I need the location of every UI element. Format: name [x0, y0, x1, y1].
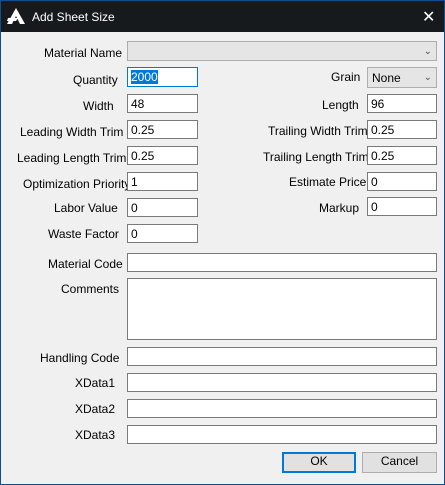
- quantity-value[interactable]: 2000: [131, 70, 158, 84]
- markup-label: Markup: [319, 201, 360, 215]
- leading-width-trim-label: Leading Width Trim: [20, 125, 124, 139]
- handling-code-label: Handling Code: [40, 351, 120, 365]
- labor-value-input[interactable]: [127, 198, 198, 217]
- quantity-input[interactable]: 2000: [127, 67, 198, 87]
- length-label: Length: [322, 98, 359, 112]
- width-input[interactable]: [127, 94, 198, 113]
- width-label: Width: [83, 99, 114, 113]
- xdata2-input[interactable]: [127, 399, 437, 418]
- material-name-combobox[interactable]: ⌄: [127, 41, 437, 61]
- xdata2-label: XData2: [75, 402, 116, 416]
- leading-length-trim-label: Leading Length Trim: [17, 151, 127, 165]
- xdata1-input[interactable]: [127, 373, 437, 392]
- comments-label: Comments: [61, 282, 120, 296]
- app-logo-icon: [7, 8, 25, 24]
- material-name-label: Material Name: [44, 46, 123, 60]
- leading-width-trim-input[interactable]: [127, 120, 198, 139]
- xdata3-label: XData3: [75, 428, 116, 442]
- comments-textarea[interactable]: [127, 278, 437, 340]
- leading-length-trim-input[interactable]: [127, 146, 198, 165]
- estimate-price-input[interactable]: [367, 172, 437, 191]
- trailing-length-trim-label: Trailing Length Trim: [263, 150, 369, 164]
- material-code-label: Material Code: [48, 257, 123, 271]
- trailing-width-trim-input[interactable]: [367, 120, 437, 139]
- close-button[interactable]: ✕: [410, 1, 444, 32]
- dialog-window: Add Sheet Size ✕ Material Name ⌄ Quantit…: [0, 0, 445, 485]
- estimate-price-label: Estimate Price: [289, 175, 367, 189]
- quantity-label: Quantity: [73, 73, 118, 87]
- xdata3-input[interactable]: [127, 425, 437, 444]
- grain-value: None: [372, 71, 401, 85]
- waste-factor-input[interactable]: [127, 224, 198, 243]
- title-bar: Add Sheet Size ✕: [1, 1, 444, 32]
- chevron-down-icon[interactable]: ⌄: [424, 72, 432, 83]
- window-title: Add Sheet Size: [32, 10, 115, 24]
- material-code-input[interactable]: [127, 253, 437, 272]
- trailing-length-trim-input[interactable]: [367, 146, 437, 165]
- optimization-priority-input[interactable]: [127, 172, 198, 191]
- optimization-priority-label: Optimization Priority: [23, 177, 131, 191]
- grain-label: Grain: [331, 70, 361, 84]
- labor-value-label: Labor Value: [54, 201, 118, 215]
- ok-button[interactable]: OK: [282, 452, 356, 473]
- close-icon[interactable]: ✕: [422, 7, 435, 27]
- xdata1-label: XData1: [75, 376, 116, 390]
- trailing-width-trim-label: Trailing Width Trim: [268, 124, 368, 138]
- grain-select[interactable]: None ⌄: [367, 67, 437, 88]
- waste-factor-label: Waste Factor: [48, 227, 119, 241]
- handling-code-input[interactable]: [127, 347, 437, 366]
- chevron-down-icon[interactable]: ⌄: [424, 46, 432, 57]
- markup-input[interactable]: [367, 197, 437, 216]
- cancel-button[interactable]: Cancel: [362, 452, 437, 473]
- length-input[interactable]: [367, 94, 437, 113]
